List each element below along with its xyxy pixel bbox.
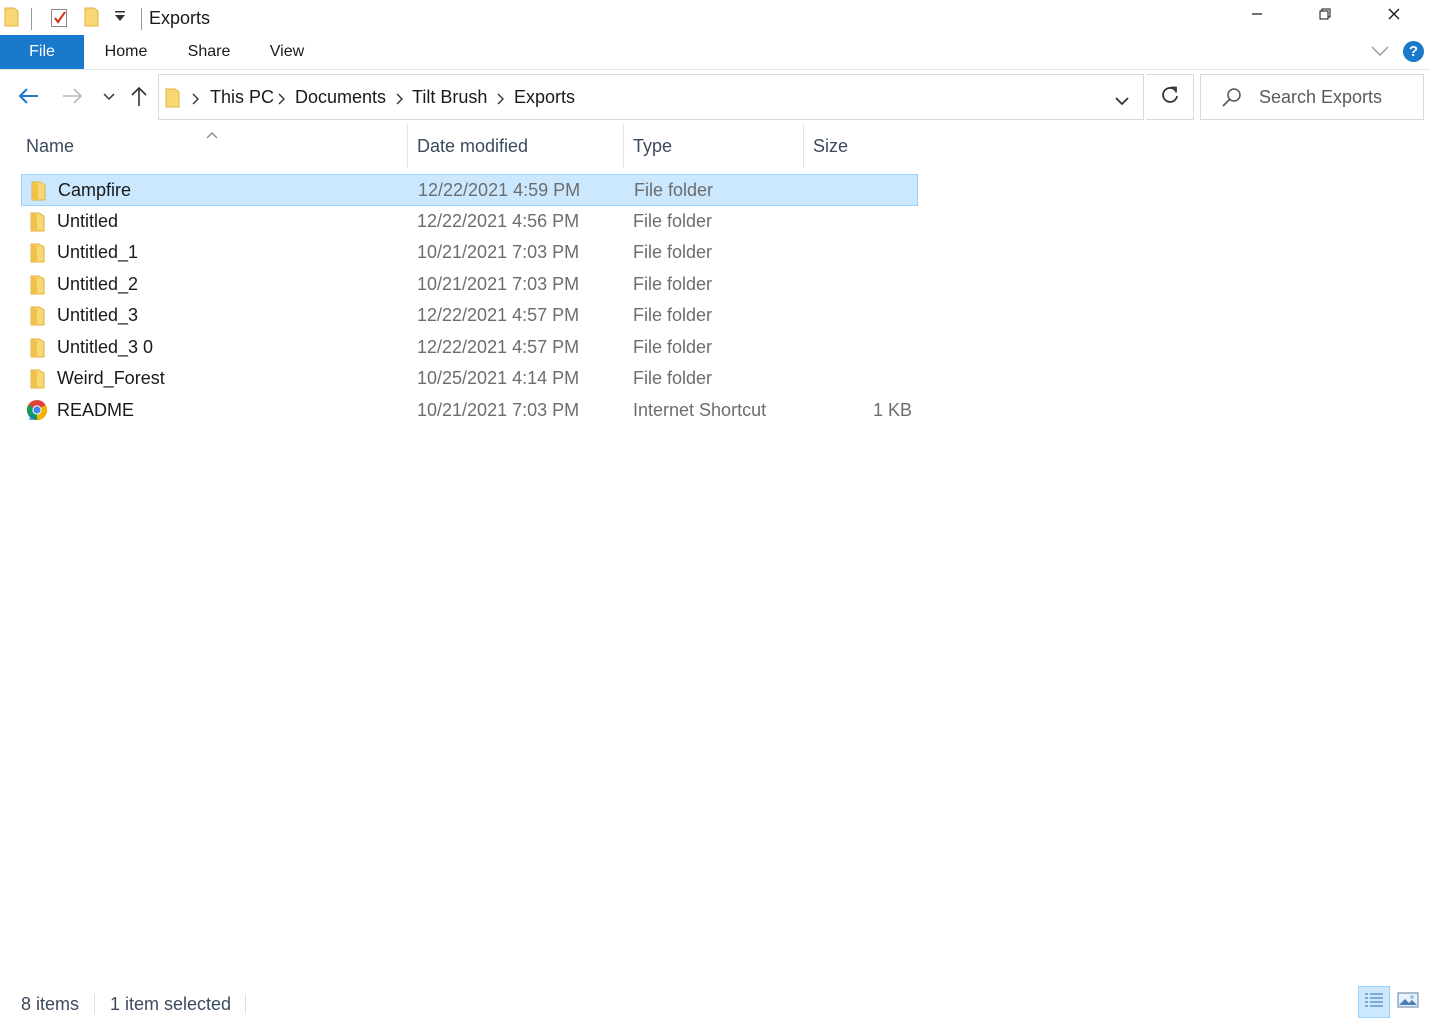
forward-button[interactable] [59, 84, 87, 112]
folder-icon [29, 212, 47, 232]
file-row[interactable]: Untitled_1 10/21/2021 7:03 PM File folder [21, 237, 918, 269]
file-date: 12/22/2021 4:56 PM [417, 210, 580, 231]
file-row[interactable]: Campfire 12/22/2021 4:59 PM File folder [21, 174, 918, 206]
file-type: File folder [633, 210, 713, 231]
up-button[interactable] [125, 84, 153, 112]
folder-icon [30, 181, 48, 201]
file-date: 10/21/2021 7:03 PM [417, 273, 580, 294]
folder-icon [29, 306, 47, 326]
customize-dropdown-icon[interactable] [114, 10, 126, 29]
file-date: 12/22/2021 4:57 PM [417, 305, 580, 325]
tab-share[interactable]: Share [180, 35, 238, 69]
close-button[interactable] [1364, 0, 1424, 32]
file-row[interactable]: Untitled 12/22/2021 4:56 PM File folder [21, 206, 918, 238]
close-icon [1388, 7, 1400, 25]
refresh-button[interactable] [1146, 74, 1194, 120]
column-header-name[interactable]: Name [26, 136, 74, 157]
refresh-icon [1160, 85, 1180, 110]
file-name: Untitled_3 [57, 305, 139, 325]
file-date: 12/22/2021 4:59 PM [418, 180, 581, 200]
details-view-icon [1364, 991, 1384, 1014]
minimize-button[interactable] [1227, 0, 1287, 32]
file-type: File folder [633, 305, 713, 325]
file-row[interactable]: Untitled_2 10/21/2021 7:03 PM File folder [21, 269, 918, 301]
chevron-down-icon [102, 89, 116, 107]
file-type: File folder [633, 368, 713, 388]
ribbon-tabs: File Home Share View ? [0, 35, 1430, 70]
tab-file[interactable]: File [0, 35, 84, 69]
breadcrumb-exports[interactable]: Exports [514, 87, 575, 108]
restore-icon [1319, 7, 1331, 25]
file-date: 12/22/2021 4:57 PM [417, 336, 580, 357]
address-dropdown-icon[interactable] [1114, 93, 1130, 111]
file-row[interactable]: Untitled_3 0 12/22/2021 4:57 PM File folde… [21, 332, 918, 364]
file-type: Internet Shortcut [633, 399, 767, 420]
search-input[interactable] [1259, 85, 1419, 109]
chevron-right-icon[interactable] [277, 92, 285, 110]
file-row[interactable]: Weird_Forest 10/25/2021 4:14 PM File folde… [21, 363, 918, 395]
file-type: File folder [634, 180, 714, 200]
search-icon [1221, 87, 1243, 114]
column-headers: Name Date modified Type Size [0, 124, 920, 168]
restore-button[interactable] [1295, 0, 1355, 32]
chevron-right-icon[interactable] [191, 92, 199, 110]
column-header-date[interactable]: Date modified [417, 136, 528, 157]
up-arrow-icon [130, 85, 148, 112]
forward-arrow-icon [62, 87, 84, 110]
minimize-icon [1251, 7, 1263, 25]
item-count: 8 items [21, 994, 80, 1014]
file-name: Untitled [57, 210, 119, 231]
window-title: Exports [149, 8, 211, 28]
file-date: 10/25/2021 4:14 PM [417, 368, 580, 388]
file-type: File folder [633, 336, 713, 357]
tab-home[interactable]: Home [96, 35, 156, 69]
file-name: Weird_Forest [57, 368, 165, 388]
recent-locations-button[interactable] [95, 84, 123, 112]
folder-icon [4, 6, 20, 33]
column-header-type[interactable]: Type [633, 136, 672, 157]
large-icons-view-icon [1397, 992, 1419, 1013]
folder-icon [29, 275, 47, 295]
large-icons-view-button[interactable] [1392, 986, 1424, 1018]
title-bar: Exports [0, 0, 1430, 36]
breadcrumb-documents[interactable]: Documents [295, 87, 386, 108]
back-button[interactable] [14, 84, 42, 112]
address-bar[interactable]: This PC Documents Tilt Brush Exports [158, 74, 1144, 120]
folder-icon [29, 338, 47, 358]
file-name: Untitled_2 [57, 273, 139, 294]
tab-view[interactable]: View [262, 35, 312, 69]
help-button[interactable]: ? [1403, 41, 1424, 62]
file-row[interactable]: README 10/21/2021 7:03 PM Internet Shortcu… [21, 395, 918, 427]
file-date: 10/21/2021 7:03 PM [417, 242, 580, 262]
file-name: README [57, 399, 135, 420]
file-name: Untitled_1 [57, 242, 139, 262]
chevron-right-icon[interactable] [395, 92, 403, 110]
properties-icon[interactable] [50, 6, 70, 33]
expand-ribbon-icon[interactable] [1370, 44, 1390, 63]
breadcrumb-tilt-brush[interactable]: Tilt Brush [412, 87, 487, 108]
navigation-bar: This PC Documents Tilt Brush Exports [0, 72, 1430, 122]
file-name: Campfire [58, 180, 132, 200]
folder-icon [165, 87, 181, 114]
file-type: File folder [633, 273, 713, 294]
sort-ascending-icon [206, 126, 218, 144]
chevron-right-icon[interactable] [496, 92, 504, 110]
file-size: 1 KB [872, 399, 912, 420]
file-name: Untitled_3 0 [57, 336, 154, 357]
back-arrow-icon [17, 87, 39, 110]
folder-icon [29, 243, 47, 263]
file-row[interactable]: Untitled_3 12/22/2021 4:57 PM File folder [21, 300, 918, 332]
chrome-shortcut-icon [26, 399, 48, 420]
breadcrumb-this-pc[interactable]: This PC [210, 87, 274, 108]
folder-icon [29, 369, 47, 389]
selection-count: 1 item selected [110, 994, 232, 1014]
column-header-size[interactable]: Size [813, 136, 848, 157]
status-bar: 8 items 1 item selected [0, 986, 1430, 1020]
new-folder-icon[interactable] [84, 6, 100, 33]
details-view-button[interactable] [1358, 986, 1390, 1018]
search-box[interactable] [1200, 74, 1424, 120]
file-date: 10/21/2021 7:03 PM [417, 399, 580, 420]
file-type: File folder [633, 242, 713, 262]
